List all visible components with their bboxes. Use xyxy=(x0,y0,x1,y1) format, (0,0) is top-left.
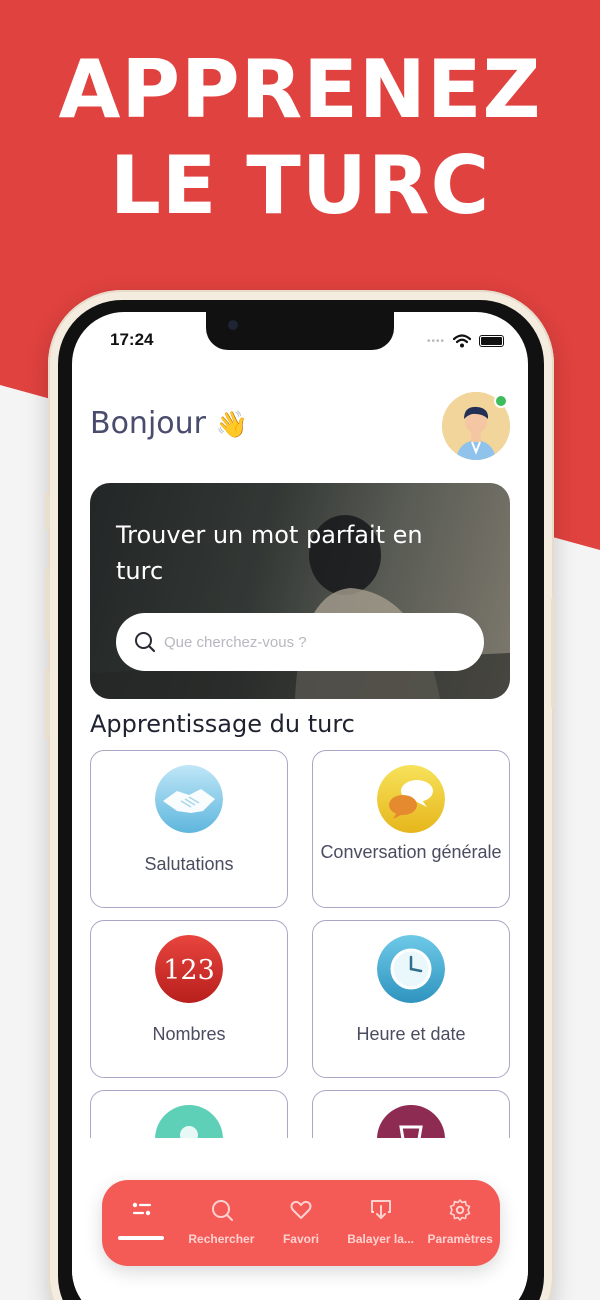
online-status-badge xyxy=(494,394,508,408)
section-title: Apprentissage du turc xyxy=(90,710,355,738)
notch xyxy=(206,312,394,350)
hero-banner: Trouver un mot parfait en turc Que cherc… xyxy=(90,483,510,699)
bottom-tab-bar: Rechercher Favori Balayer la... Paramètr… xyxy=(102,1180,500,1266)
gear-icon xyxy=(450,1199,471,1221)
signal-icon: •••• xyxy=(426,335,445,347)
category-card-conversation[interactable]: Conversation générale xyxy=(312,750,510,908)
phone-volume-down-button xyxy=(45,668,49,740)
waving-hand-icon: 👋 xyxy=(215,410,248,440)
tab-home[interactable] xyxy=(102,1180,182,1266)
tab-label: Favori xyxy=(282,1232,319,1246)
numbers-icon-text: 123 xyxy=(163,955,215,986)
home-list-icon xyxy=(132,1202,152,1216)
active-tab-indicator xyxy=(118,1236,164,1240)
heart-icon xyxy=(290,1200,312,1219)
battery-icon xyxy=(479,335,504,347)
swipe-download-icon xyxy=(370,1200,391,1220)
tab-favori[interactable]: Favori xyxy=(261,1180,341,1266)
status-time: 17:24 xyxy=(110,330,154,349)
hero-title: Trouver un mot parfait en turc xyxy=(116,521,423,585)
tab-parametres[interactable]: Paramètres xyxy=(420,1180,500,1266)
category-card-salutations[interactable]: Salutations xyxy=(90,750,288,908)
tab-balayer[interactable]: Balayer la... xyxy=(341,1180,421,1266)
category-label: Nombres xyxy=(152,1024,226,1044)
tab-label: Balayer la... xyxy=(347,1232,414,1246)
search-icon xyxy=(135,632,156,653)
search-placeholder: Que cherchez-vous ? xyxy=(164,633,307,651)
speech-bubbles-icon xyxy=(377,765,445,833)
category-label: Heure et date xyxy=(356,1024,466,1044)
category-label: Conversation générale xyxy=(320,842,502,862)
category-card-nombres[interactable]: 123 Nombres xyxy=(90,920,288,1078)
search-input[interactable]: Que cherchez-vous ? xyxy=(116,613,484,671)
app-screen: 17:24 •••• Bonjour 👋 Trouver un mot parf… xyxy=(72,312,528,1300)
headline-line-2: LE TURC xyxy=(109,139,491,232)
headline-line-1: APPRENEZ xyxy=(58,43,542,136)
category-card-heure-date[interactable]: Heure et date xyxy=(312,920,510,1078)
numbers-icon: 123 xyxy=(155,935,223,1003)
promo-headline: APPRENEZ LE TURC xyxy=(0,42,600,234)
handshake-icon xyxy=(155,765,223,833)
phone-power-button xyxy=(551,598,555,708)
greeting-text: Bonjour xyxy=(90,406,206,441)
greeting: Bonjour 👋 xyxy=(90,406,248,441)
tab-rechercher[interactable]: Rechercher xyxy=(182,1180,262,1266)
camera-icon xyxy=(228,320,238,330)
wifi-icon xyxy=(453,334,471,348)
phone-action-button xyxy=(45,492,49,530)
phone-volume-up-button xyxy=(45,568,49,640)
tab-label: Paramètres xyxy=(427,1232,493,1246)
search-icon xyxy=(211,1200,233,1221)
tab-label: Rechercher xyxy=(188,1232,255,1246)
clock-icon xyxy=(377,935,445,1003)
status-icons: •••• xyxy=(427,332,504,350)
category-label: Salutations xyxy=(144,854,234,874)
